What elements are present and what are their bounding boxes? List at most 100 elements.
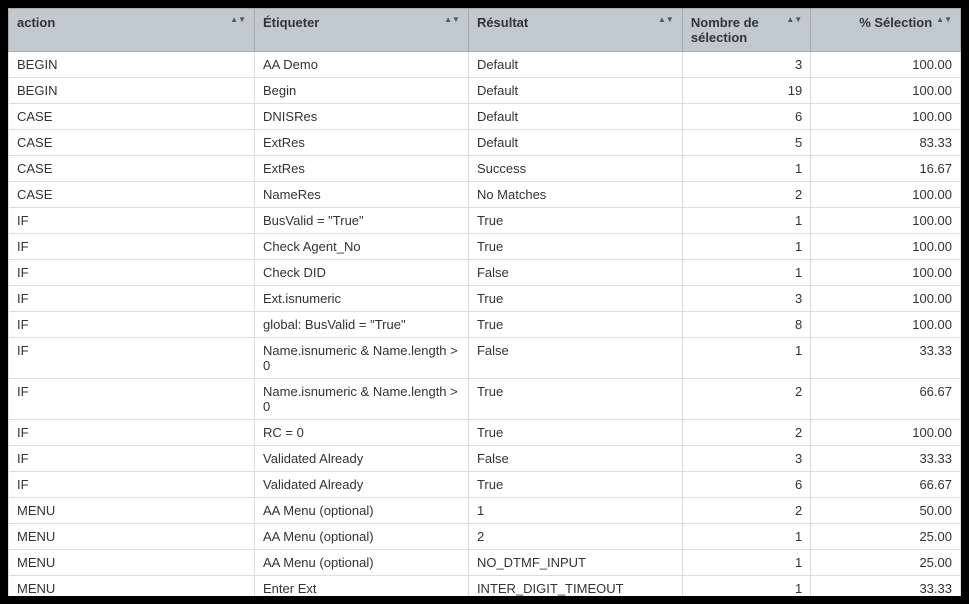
cell-etiqueter: ExtRes [255,156,469,182]
table-row: BEGINAA DemoDefault3100.00 [9,52,961,78]
cell-action: IF [9,472,255,498]
cell-action: CASE [9,130,255,156]
table-body: BEGINAA DemoDefault3100.00BEGINBeginDefa… [9,52,961,597]
cell-pct: 33.33 [811,446,961,472]
cell-resultat: True [468,208,682,234]
cell-pct: 83.33 [811,130,961,156]
cell-nombre: 2 [682,498,810,524]
cell-resultat: False [468,446,682,472]
table-row: IFValidated AlreadyFalse333.33 [9,446,961,472]
cell-pct: 100.00 [811,104,961,130]
cell-action: BEGIN [9,52,255,78]
column-header-nombre[interactable]: Nombre de sélection ▲▼ [682,9,810,52]
table-row: CASEExtResSuccess116.67 [9,156,961,182]
cell-resultat: True [468,286,682,312]
cell-pct: 25.00 [811,550,961,576]
table-row: MENUAA Menu (optional)2125.00 [9,524,961,550]
column-label: Étiqueter [263,15,319,30]
cell-action: IF [9,208,255,234]
table-row: MENUEnter ExtINTER_DIGIT_TIMEOUT133.33 [9,576,961,597]
cell-nombre: 6 [682,472,810,498]
cell-resultat: 2 [468,524,682,550]
cell-pct: 100.00 [811,182,961,208]
cell-action: IF [9,260,255,286]
cell-resultat: True [468,312,682,338]
cell-pct: 33.33 [811,576,961,597]
cell-etiqueter: Validated Already [255,446,469,472]
cell-resultat: Default [468,130,682,156]
table-viewport[interactable]: action ▲▼ Étiqueter ▲▼ Résultat ▲▼ [8,8,961,596]
cell-pct: 100.00 [811,234,961,260]
column-header-resultat[interactable]: Résultat ▲▼ [468,9,682,52]
cell-pct: 66.67 [811,472,961,498]
cell-etiqueter: RC = 0 [255,420,469,446]
table-row: IFCheck DIDFalse1100.00 [9,260,961,286]
cell-nombre: 1 [682,234,810,260]
column-label: % Sélection [859,15,932,30]
cell-etiqueter: Check DID [255,260,469,286]
table-header-row: action ▲▼ Étiqueter ▲▼ Résultat ▲▼ [9,9,961,52]
table-row: CASENameResNo Matches2100.00 [9,182,961,208]
column-label: Résultat [477,15,528,30]
sort-icon: ▲▼ [230,17,246,22]
table-row: CASEExtResDefault583.33 [9,130,961,156]
cell-pct: 100.00 [811,420,961,446]
cell-resultat: Default [468,104,682,130]
column-header-pct[interactable]: % Sélection ▲▼ [811,9,961,52]
cell-resultat: True [468,234,682,260]
cell-action: IF [9,379,255,420]
cell-nombre: 1 [682,576,810,597]
column-header-action[interactable]: action ▲▼ [9,9,255,52]
cell-action: CASE [9,104,255,130]
table-row: MENUAA Menu (optional)1250.00 [9,498,961,524]
table-row: IFName.isnumeric & Name.length > 0True26… [9,379,961,420]
sort-icon: ▲▼ [786,17,802,22]
cell-pct: 100.00 [811,78,961,104]
cell-resultat: Default [468,78,682,104]
table-row: IFExt.isnumericTrue3100.00 [9,286,961,312]
table-row: BEGINBeginDefault19100.00 [9,78,961,104]
cell-resultat: False [468,338,682,379]
cell-action: IF [9,420,255,446]
cell-action: MENU [9,576,255,597]
sort-icon: ▲▼ [444,17,460,22]
cell-pct: 16.67 [811,156,961,182]
cell-etiqueter: DNISRes [255,104,469,130]
cell-action: IF [9,338,255,379]
cell-action: MENU [9,550,255,576]
cell-etiqueter: BusValid = "True" [255,208,469,234]
cell-nombre: 1 [682,260,810,286]
cell-etiqueter: AA Menu (optional) [255,498,469,524]
cell-action: BEGIN [9,78,255,104]
table-row: IFRC = 0True2100.00 [9,420,961,446]
column-header-etiqueter[interactable]: Étiqueter ▲▼ [255,9,469,52]
cell-resultat: INTER_DIGIT_TIMEOUT [468,576,682,597]
cell-etiqueter: NameRes [255,182,469,208]
table-row: IFCheck Agent_NoTrue1100.00 [9,234,961,260]
table-row: MENUAA Menu (optional)NO_DTMF_INPUT125.0… [9,550,961,576]
cell-nombre: 1 [682,208,810,234]
cell-pct: 33.33 [811,338,961,379]
cell-pct: 66.67 [811,379,961,420]
table-row: IFValidated AlreadyTrue666.67 [9,472,961,498]
cell-pct: 50.00 [811,498,961,524]
cell-nombre: 19 [682,78,810,104]
cell-nombre: 1 [682,550,810,576]
cell-nombre: 3 [682,286,810,312]
cell-etiqueter: Name.isnumeric & Name.length > 0 [255,338,469,379]
cell-action: IF [9,234,255,260]
cell-nombre: 8 [682,312,810,338]
sort-icon: ▲▼ [658,17,674,22]
cell-pct: 25.00 [811,524,961,550]
sort-icon: ▲▼ [936,17,952,22]
cell-etiqueter: AA Menu (optional) [255,524,469,550]
cell-pct: 100.00 [811,312,961,338]
cell-pct: 100.00 [811,52,961,78]
cell-resultat: False [468,260,682,286]
cell-nombre: 6 [682,104,810,130]
table-row: IFglobal: BusValid = "True"True8100.00 [9,312,961,338]
cell-etiqueter: AA Demo [255,52,469,78]
cell-nombre: 2 [682,182,810,208]
cell-action: IF [9,286,255,312]
cell-pct: 100.00 [811,286,961,312]
